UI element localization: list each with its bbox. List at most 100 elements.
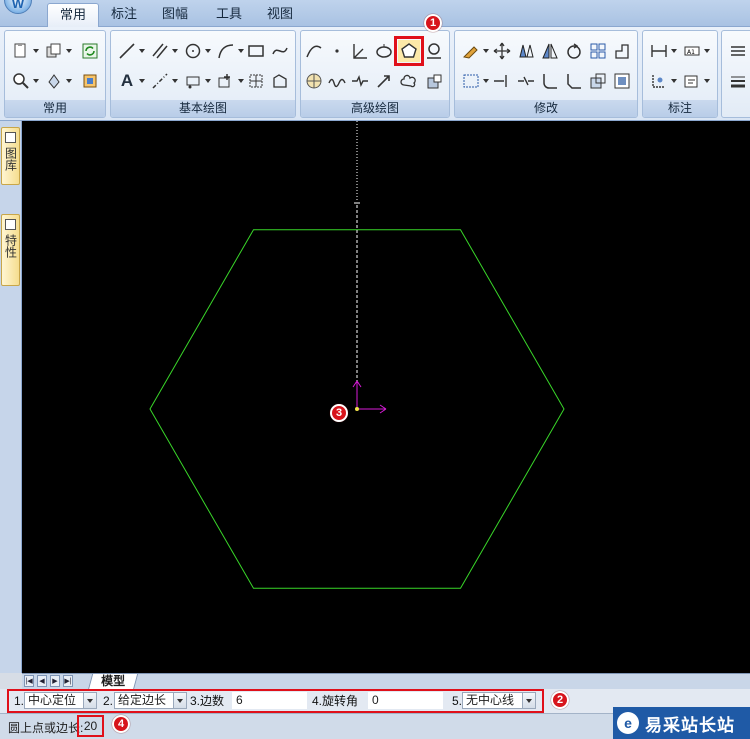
layout-tab-bar: |◀ ◀ ▶ ▶| 模型 [22, 673, 750, 690]
extend-icon[interactable] [491, 70, 513, 92]
block-insert-icon[interactable] [215, 70, 244, 92]
spline-icon[interactable] [269, 40, 291, 62]
polygon-icon[interactable] [394, 36, 424, 66]
tab-sheet[interactable]: 图幅 [150, 3, 200, 27]
wave-line-icon[interactable] [326, 70, 348, 92]
dock-tab-library-label: 图库 [3, 147, 18, 171]
chevron-down-icon[interactable] [83, 693, 96, 708]
prev-layout-button[interactable]: ◀ [37, 675, 47, 687]
tab-tools[interactable]: 工具 [204, 3, 254, 27]
hole-axis-icon[interactable] [423, 40, 445, 62]
lineweight-icon[interactable] [727, 70, 749, 92]
dock-tab-library[interactable]: 图库 [1, 127, 20, 185]
point-icon[interactable] [326, 40, 348, 62]
arrow-icon[interactable] [373, 70, 395, 92]
refresh-icon[interactable] [79, 40, 101, 62]
copy-icon[interactable] [43, 40, 72, 62]
last-layout-button[interactable]: ▶| [63, 675, 73, 687]
size-mode-select[interactable]: 给定边长 [114, 692, 187, 709]
step-badge-1: 1 [424, 14, 442, 32]
tolerance-icon[interactable] [648, 70, 677, 92]
group-basic-draw-label: 基本绘图 [111, 100, 295, 117]
tab-annotate[interactable]: 标注 [99, 3, 149, 27]
option-5-number: 5. [452, 694, 463, 708]
step-badge-2: 2 [551, 691, 569, 709]
group-common-label: 常用 [5, 100, 105, 117]
globe-icon[interactable] [303, 70, 325, 92]
app-menu-button[interactable]: W [4, 0, 32, 14]
watermark-text: 易采站长站 [645, 715, 735, 735]
fill-icon[interactable] [423, 70, 445, 92]
break-line-icon[interactable] [349, 70, 371, 92]
array-icon[interactable] [587, 40, 609, 62]
scale-icon[interactable] [587, 70, 609, 92]
group-modify: 修改 [454, 30, 638, 118]
leader-icon[interactable] [681, 70, 710, 92]
watermark-logo: e [617, 712, 639, 734]
group-overflow [721, 30, 750, 118]
stretch-icon[interactable] [611, 40, 633, 62]
tab-model[interactable]: 模型 [87, 674, 139, 690]
ribbon-tab-bar: W 常用 标注 图幅 工具 视图 [0, 0, 750, 27]
line-icon[interactable] [116, 40, 145, 62]
parallel-line-icon[interactable] [149, 40, 178, 62]
tab-common[interactable]: 常用 [47, 3, 100, 27]
trim-icon[interactable] [460, 70, 489, 92]
match-props-icon[interactable] [79, 70, 101, 92]
group-dimension-label: 标注 [643, 100, 717, 117]
position-mode-select[interactable]: 中心定位 [24, 692, 97, 709]
step-badge-3: 3 [330, 404, 348, 422]
tab-view[interactable]: 视图 [255, 3, 305, 27]
ribbon: 常用 A 基本绘图 高级绘图 修改 A1 标注 [0, 27, 750, 121]
paste-icon[interactable] [10, 40, 39, 62]
fillet-icon[interactable] [539, 70, 561, 92]
rotation-value: 0 [372, 693, 379, 707]
centerline-select[interactable]: 无中心线 [462, 692, 536, 709]
text-icon[interactable]: A [116, 70, 145, 92]
group-modify-label: 修改 [455, 100, 637, 117]
cloud-line-icon[interactable] [398, 70, 420, 92]
offset-icon[interactable] [611, 70, 633, 92]
mirror-icon[interactable] [539, 40, 561, 62]
next-layout-button[interactable]: ▶ [50, 675, 60, 687]
angle-line-icon[interactable] [349, 40, 371, 62]
ucs-y-arrow-left [352, 380, 358, 388]
centerline-icon[interactable] [149, 70, 178, 92]
rotate-icon[interactable] [563, 40, 585, 62]
linear-dim-icon[interactable] [648, 40, 677, 62]
tab-model-label: 模型 [101, 674, 126, 688]
sides-input[interactable]: 6 [232, 692, 307, 709]
option-2-number: 2. [103, 694, 114, 708]
command-input[interactable]: 20 [77, 715, 104, 737]
move-icon[interactable] [491, 40, 513, 62]
ellipse-icon[interactable] [373, 40, 395, 62]
command-prompt: 圆上点或边长: [8, 721, 84, 735]
chevron-down-icon[interactable] [522, 693, 535, 708]
circle-icon[interactable] [182, 40, 211, 62]
position-mode-value: 中心定位 [28, 693, 77, 707]
drawing-canvas[interactable] [22, 121, 750, 673]
arc-icon[interactable] [215, 40, 244, 62]
dim-style-icon[interactable]: A1 [681, 40, 710, 62]
ucs-x-arrow-bottom [379, 408, 387, 414]
group-basic-draw: A 基本绘图 [110, 30, 296, 118]
curve-icon[interactable] [303, 40, 325, 62]
grid-pattern-icon[interactable] [245, 70, 267, 92]
dock-tab-properties[interactable]: 特性 [1, 214, 20, 286]
properties-icon [5, 219, 16, 230]
zoom-icon[interactable] [10, 70, 39, 92]
chamfer-icon[interactable] [563, 70, 585, 92]
ucs-y-arrow-right [356, 380, 362, 388]
rotation-input[interactable]: 0 [368, 692, 443, 709]
pan-icon[interactable] [43, 70, 72, 92]
rectangle-icon[interactable] [245, 40, 267, 62]
hatch-icon[interactable] [182, 70, 211, 92]
break-icon[interactable] [515, 70, 537, 92]
lines-icon[interactable] [727, 40, 749, 62]
shape-icon[interactable] [269, 70, 291, 92]
erase-icon[interactable] [460, 40, 489, 62]
dock-tab-properties-label: 特性 [3, 234, 18, 258]
copy-draw-icon[interactable] [515, 40, 537, 62]
first-layout-button[interactable]: |◀ [24, 675, 34, 687]
chevron-down-icon[interactable] [173, 693, 186, 708]
